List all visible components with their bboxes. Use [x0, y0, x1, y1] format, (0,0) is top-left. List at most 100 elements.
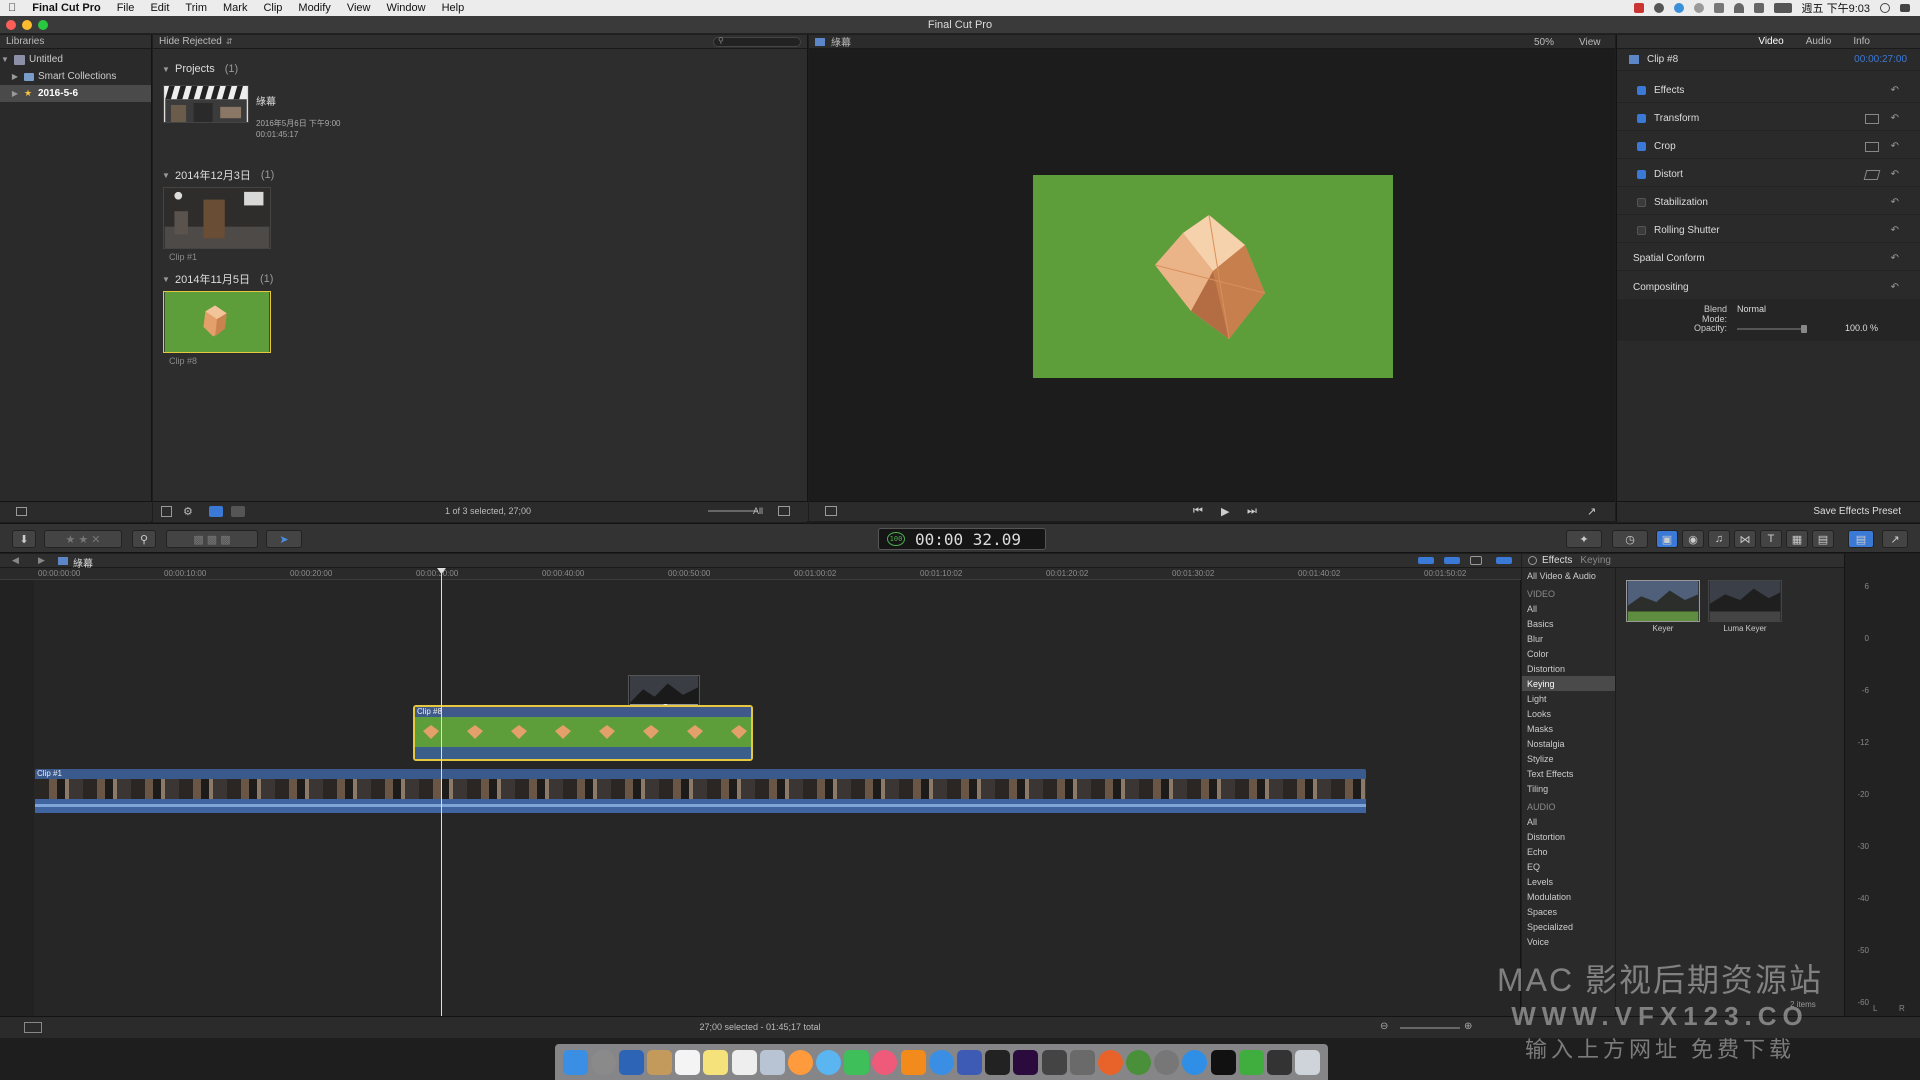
- notes-icon[interactable]: [703, 1049, 729, 1075]
- zoom-window-button[interactable]: [38, 20, 48, 30]
- messages-icon[interactable]: [816, 1049, 842, 1075]
- opacity-value[interactable]: 100.0 %: [1845, 323, 1878, 333]
- enable-checkbox[interactable]: [1637, 226, 1646, 235]
- clip-height-slider[interactable]: [708, 510, 758, 512]
- category-stylize[interactable]: Stylize: [1522, 751, 1615, 766]
- zoom-out-icon[interactable]: ⊖: [1380, 1021, 1388, 1032]
- transform-overlay-icon[interactable]: [825, 506, 837, 516]
- firefox-icon[interactable]: [1097, 1049, 1123, 1075]
- rating-buttons[interactable]: ★ ★ ✕: [44, 530, 122, 548]
- motion-icon[interactable]: [1041, 1049, 1067, 1075]
- effect-keyer-thumbnail[interactable]: [1626, 580, 1700, 622]
- category-specialized[interactable]: Specialized: [1522, 919, 1615, 934]
- crop-onscreen-icon[interactable]: [1865, 141, 1879, 152]
- distort-onscreen-icon[interactable]: [1863, 169, 1881, 180]
- category-masks[interactable]: Masks: [1522, 721, 1615, 736]
- video-skimming-icon[interactable]: [1418, 557, 1434, 564]
- enable-checkbox[interactable]: [1637, 142, 1646, 151]
- timeline-zoom-slider[interactable]: [1400, 1027, 1460, 1029]
- inspector-row-effects[interactable]: Effects ↶: [1617, 79, 1920, 103]
- record-icon[interactable]: [1633, 3, 1644, 13]
- category-looks[interactable]: Looks: [1522, 706, 1615, 721]
- category-light[interactable]: Light: [1522, 691, 1615, 706]
- menu-help[interactable]: Help: [434, 2, 473, 14]
- compressor-icon[interactable]: [1069, 1049, 1095, 1075]
- menu-file[interactable]: File: [109, 2, 143, 14]
- fullscreen-icon[interactable]: ↗: [1587, 505, 1596, 518]
- keyword-button[interactable]: ⚲: [132, 530, 156, 548]
- library-smart-collections[interactable]: ▶ Smart Collections: [0, 68, 151, 85]
- chrome-icon[interactable]: [1126, 1049, 1152, 1075]
- audio-skimming-icon[interactable]: [1444, 557, 1460, 564]
- system-preferences-icon[interactable]: [1154, 1049, 1180, 1075]
- clip-1-thumbnail[interactable]: [163, 187, 271, 249]
- gear-icon[interactable]: ⚙: [183, 505, 193, 518]
- menu-modify[interactable]: Modify: [290, 2, 338, 14]
- filter-popup[interactable]: Hide Rejected: [159, 36, 222, 47]
- enable-checkbox[interactable]: [1637, 114, 1646, 123]
- photos-icon[interactable]: [787, 1049, 813, 1075]
- playhead[interactable]: [437, 568, 446, 1016]
- reminders-icon[interactable]: [731, 1049, 757, 1075]
- category-audio-all[interactable]: All: [1522, 814, 1615, 829]
- preview-icon[interactable]: [618, 1049, 644, 1075]
- select-tool-button[interactable]: ➤: [266, 530, 302, 548]
- inspector-row-transform[interactable]: Transform ↶: [1617, 107, 1920, 131]
- opacity-slider-track[interactable]: [1737, 325, 1807, 333]
- effect-luma-keyer-thumbnail[interactable]: [1708, 580, 1782, 622]
- menu-window[interactable]: Window: [378, 2, 433, 14]
- minimize-window-button[interactable]: [22, 20, 32, 30]
- background-tasks-indicator[interactable]: 100: [887, 532, 905, 546]
- category-blur[interactable]: Blur: [1522, 631, 1615, 646]
- category-nostalgia[interactable]: Nostalgia: [1522, 736, 1615, 751]
- previous-frame-icon[interactable]: ⏮: [1193, 505, 1203, 518]
- save-effects-preset-button[interactable]: Save Effects Preset: [1813, 506, 1901, 517]
- forward-arrow-icon[interactable]: ▶: [38, 555, 45, 566]
- launchpad-icon[interactable]: [590, 1049, 616, 1075]
- section-projects[interactable]: ▼ Projects (1): [161, 63, 238, 75]
- tab-info[interactable]: Info: [1853, 36, 1870, 47]
- project-thumbnail[interactable]: [163, 85, 249, 123]
- themes-button[interactable]: ▤: [1812, 530, 1834, 548]
- effects-tab[interactable]: Effects: [1542, 555, 1572, 566]
- desktop-stack-icon[interactable]: [1266, 1049, 1292, 1075]
- next-frame-icon[interactable]: ⏭: [1247, 505, 1257, 518]
- category-distortion[interactable]: Distortion: [1522, 661, 1615, 676]
- category-all-video-audio[interactable]: All Video & Audio: [1522, 568, 1615, 583]
- inspector-row-crop[interactable]: Crop ↶: [1617, 135, 1920, 159]
- battery-icon[interactable]: [1773, 3, 1792, 13]
- facetime-icon[interactable]: [844, 1049, 870, 1075]
- filter-all-label[interactable]: All: [753, 506, 763, 516]
- disclosure-open-icon[interactable]: ▼: [0, 55, 10, 64]
- reset-icon[interactable]: ↶: [1891, 169, 1899, 180]
- inspector-row-rolling-shutter[interactable]: Rolling Shutter ↶: [1617, 219, 1920, 243]
- menu-trim[interactable]: Trim: [177, 2, 215, 14]
- effects-browser-button[interactable]: ▤: [1848, 530, 1874, 548]
- final-cut-pro-icon[interactable]: [985, 1049, 1011, 1075]
- premiere-pro-icon[interactable]: [1013, 1049, 1039, 1075]
- toggle-library-icon[interactable]: [16, 507, 27, 516]
- inspector-row-compositing[interactable]: Compositing ↶: [1617, 275, 1920, 299]
- category-eq[interactable]: EQ: [1522, 859, 1615, 874]
- solo-icon[interactable]: [1470, 556, 1482, 565]
- viewer-canvas[interactable]: [1033, 175, 1393, 378]
- category-text-effects[interactable]: Text Effects: [1522, 766, 1615, 781]
- itunes-icon[interactable]: [872, 1049, 898, 1075]
- category-modulation[interactable]: Modulation: [1522, 889, 1615, 904]
- category-audio-distortion[interactable]: Distortion: [1522, 829, 1615, 844]
- terminal-icon[interactable]: [1210, 1049, 1236, 1075]
- dashboard-timecode[interactable]: 100 00:00 32.09: [878, 528, 1046, 550]
- reset-icon[interactable]: ↶: [1891, 141, 1899, 152]
- category-spaces[interactable]: Spaces: [1522, 904, 1615, 919]
- category-levels[interactable]: Levels: [1522, 874, 1615, 889]
- apple-icon[interactable]: : [0, 2, 24, 14]
- spotlight-icon[interactable]: [1880, 3, 1890, 13]
- app-store-icon[interactable]: [928, 1049, 954, 1075]
- calendar-icon[interactable]: [675, 1049, 701, 1075]
- generators-button[interactable]: ▦: [1786, 530, 1808, 548]
- keying-tab[interactable]: Keying: [1580, 555, 1611, 566]
- back-arrow-icon[interactable]: ◀: [12, 555, 19, 566]
- reset-icon[interactable]: ↶: [1891, 85, 1899, 96]
- disclosure-open-icon[interactable]: ▼: [161, 65, 171, 74]
- transform-onscreen-icon[interactable]: [1865, 113, 1879, 124]
